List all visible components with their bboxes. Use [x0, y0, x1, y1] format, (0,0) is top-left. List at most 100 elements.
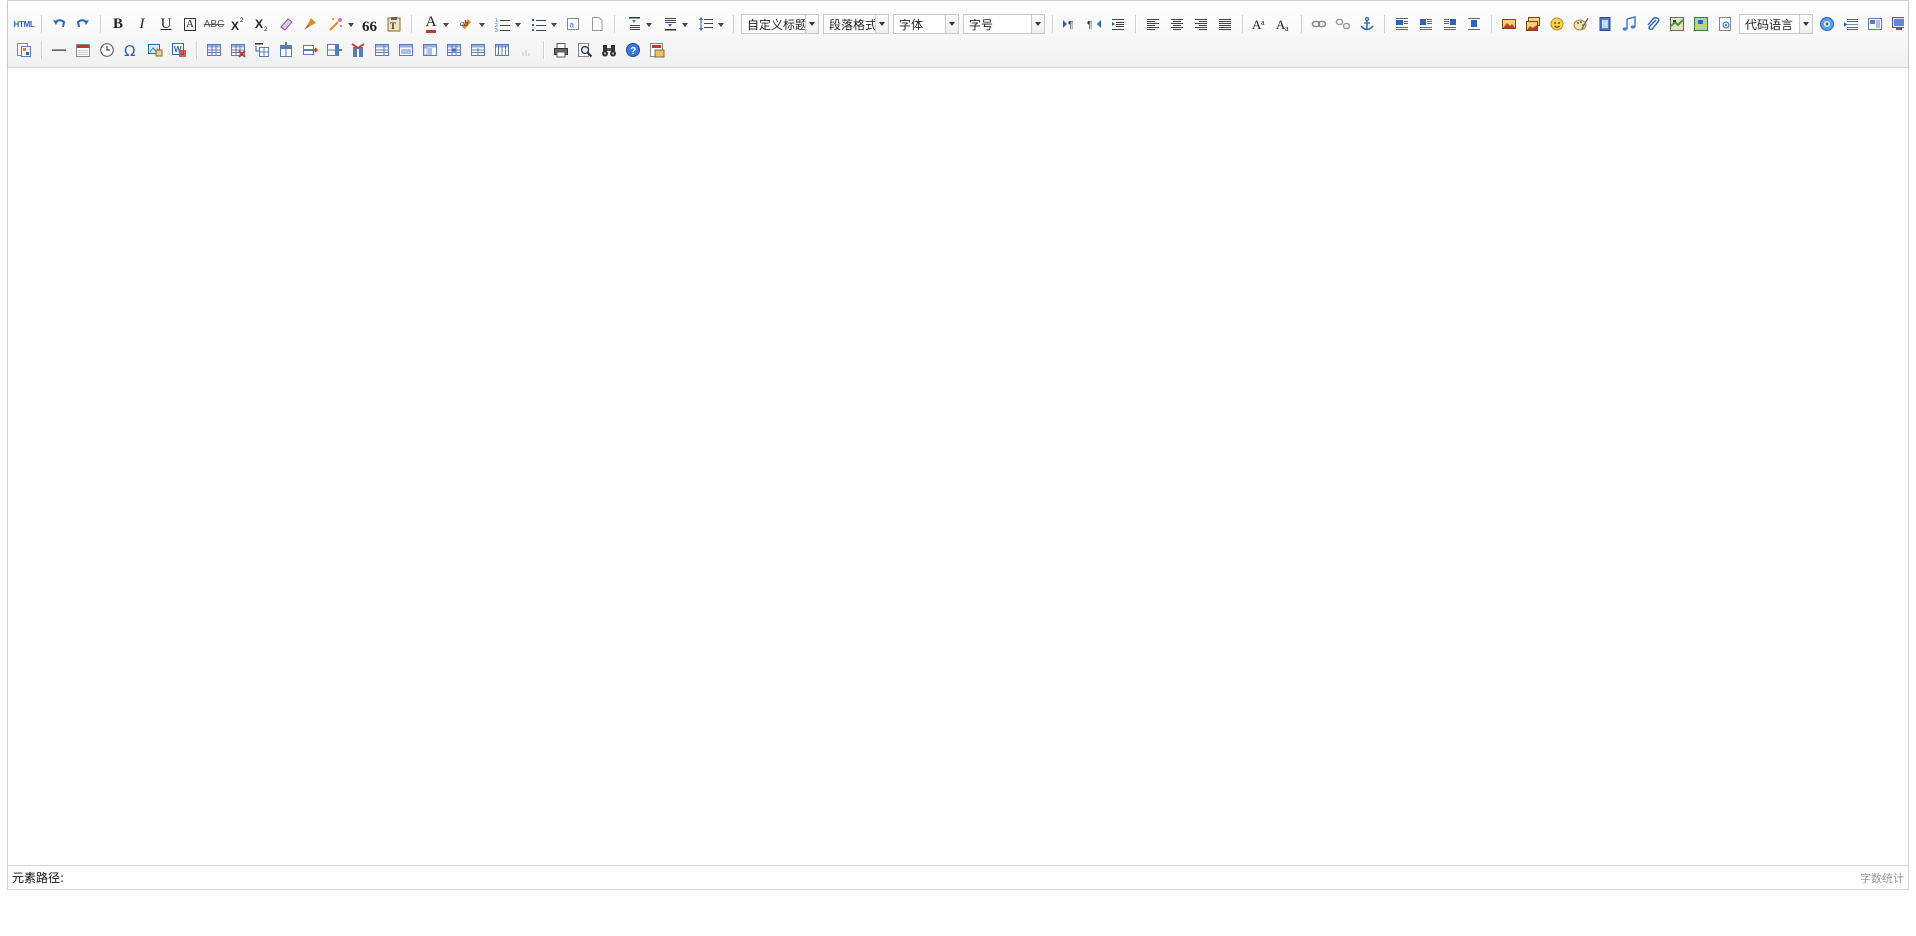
- italic-button[interactable]: I: [131, 13, 153, 35]
- split-to-cols-button[interactable]: [491, 39, 513, 61]
- chevron-down-icon[interactable]: [682, 23, 688, 27]
- image-left-button[interactable]: [1415, 13, 1437, 35]
- ordered-list-button[interactable]: 123: [490, 13, 524, 35]
- template-button[interactable]: [1864, 13, 1886, 35]
- chevron-down-icon[interactable]: [718, 23, 724, 27]
- chevron-down-icon[interactable]: [805, 15, 818, 33]
- time-button[interactable]: [96, 39, 118, 61]
- source-html-button[interactable]: HTML: [13, 13, 35, 35]
- underline-button[interactable]: U: [155, 13, 177, 35]
- anchor-button[interactable]: [1356, 13, 1378, 35]
- webapp-button[interactable]: [1816, 13, 1838, 35]
- justify-full-button[interactable]: [1214, 13, 1236, 35]
- insert-row-button[interactable]: [275, 39, 297, 61]
- superscript-button[interactable]: X2: [227, 13, 249, 35]
- code-language-select[interactable]: 代码语言: [1739, 14, 1813, 34]
- chevron-down-icon[interactable]: [515, 23, 521, 27]
- image-none-button[interactable]: [1391, 13, 1413, 35]
- word-count-label[interactable]: 字数统计: [1860, 870, 1904, 886]
- insert-video-button[interactable]: [1594, 13, 1616, 35]
- custom-style-select[interactable]: 自定义标题: [741, 14, 819, 34]
- row-spacing-top-button[interactable]: [621, 13, 655, 35]
- delete-row-button[interactable]: [299, 39, 321, 61]
- date-button[interactable]: [72, 39, 94, 61]
- justify-center-button[interactable]: [1166, 13, 1188, 35]
- fontborder-button[interactable]: A: [179, 13, 201, 35]
- unordered-list-button[interactable]: [526, 13, 560, 35]
- split-to-rows-button[interactable]: [467, 39, 489, 61]
- rtl-button[interactable]: ¶: [1083, 13, 1105, 35]
- ltr-button[interactable]: ¶: [1059, 13, 1081, 35]
- print-button[interactable]: [550, 39, 572, 61]
- chevron-down-icon[interactable]: [646, 23, 652, 27]
- simple-upload-button[interactable]: [1498, 13, 1520, 35]
- chevron-down-icon[interactable]: [551, 23, 557, 27]
- image-right-button[interactable]: [1439, 13, 1461, 35]
- gmap-button[interactable]: [1690, 13, 1712, 35]
- horizontal-rule-button[interactable]: [48, 39, 70, 61]
- forecolor-button[interactable]: A: [418, 13, 452, 35]
- blockquote-button[interactable]: 66: [359, 13, 381, 35]
- chevron-down-icon[interactable]: [479, 23, 485, 27]
- help-button[interactable]: ?: [622, 39, 644, 61]
- chevron-down-icon[interactable]: [443, 23, 449, 27]
- select-all-button[interactable]: a: [562, 13, 584, 35]
- pagebreak-button[interactable]: [1840, 13, 1862, 35]
- scrawl-button[interactable]: [1570, 13, 1592, 35]
- unlink-button[interactable]: [1332, 13, 1354, 35]
- paste-plain-button[interactable]: T: [383, 13, 405, 35]
- merge-right-button[interactable]: [395, 39, 417, 61]
- spechars-button[interactable]: [13, 39, 35, 61]
- music-button[interactable]: [1618, 13, 1640, 35]
- font-size-select[interactable]: 字号: [963, 14, 1045, 34]
- merge-cells-button[interactable]: [371, 39, 393, 61]
- row-spacing-bottom-button[interactable]: [657, 13, 691, 35]
- image-center-button[interactable]: [1463, 13, 1485, 35]
- redo-button[interactable]: [72, 13, 94, 35]
- indent-button[interactable]: [1107, 13, 1129, 35]
- paragraph-select[interactable]: 段落格式: [823, 14, 889, 34]
- subscript-button[interactable]: X2: [251, 13, 273, 35]
- snapscreen-button[interactable]: [144, 39, 166, 61]
- insert-image-button[interactable]: [1522, 13, 1544, 35]
- link-button[interactable]: [1308, 13, 1330, 35]
- backcolor-button[interactable]: ab: [454, 13, 488, 35]
- emotion-button[interactable]: [1546, 13, 1568, 35]
- insert-col-button[interactable]: [323, 39, 345, 61]
- tolowercase-button[interactable]: Aa: [1273, 13, 1295, 35]
- insert-table-button[interactable]: [203, 39, 225, 61]
- line-height-button[interactable]: [693, 13, 727, 35]
- attachment-button[interactable]: [1642, 13, 1664, 35]
- undo-button[interactable]: [48, 13, 70, 35]
- merge-down-button[interactable]: [419, 39, 441, 61]
- autotypeset-button[interactable]: [323, 13, 357, 35]
- word-image-button[interactable]: W: [168, 39, 190, 61]
- insert-paragraph-before-table-button[interactable]: [251, 39, 273, 61]
- delete-col-button[interactable]: [347, 39, 369, 61]
- background-button[interactable]: [1888, 13, 1904, 35]
- chevron-down-icon[interactable]: [1031, 15, 1044, 33]
- delete-table-button[interactable]: [227, 39, 249, 61]
- special-chars-button[interactable]: Ω: [120, 39, 142, 61]
- chevron-down-icon[interactable]: [945, 15, 958, 33]
- chart-button[interactable]: [515, 39, 537, 61]
- bold-button[interactable]: B: [107, 13, 129, 35]
- clear-doc-button[interactable]: [586, 13, 608, 35]
- map-button[interactable]: [1666, 13, 1688, 35]
- chevron-down-icon[interactable]: [875, 15, 888, 33]
- remove-format-button[interactable]: [275, 13, 297, 35]
- justify-left-button[interactable]: [1142, 13, 1164, 35]
- split-to-cells-button[interactable]: [443, 39, 465, 61]
- chevron-down-icon[interactable]: [348, 23, 354, 27]
- chevron-down-icon[interactable]: [1799, 15, 1812, 33]
- strikethrough-button[interactable]: ABC: [203, 13, 225, 35]
- format-match-button[interactable]: [299, 13, 321, 35]
- insert-frame-button[interactable]: [1714, 13, 1736, 35]
- search-replace-button[interactable]: [598, 39, 620, 61]
- editor-content-area[interactable]: [8, 68, 1908, 865]
- justify-right-button[interactable]: [1190, 13, 1212, 35]
- preview-button[interactable]: [574, 39, 596, 61]
- font-family-select[interactable]: 字体: [893, 14, 959, 34]
- drafts-button[interactable]: [646, 39, 668, 61]
- touppercase-button[interactable]: Aa: [1249, 13, 1271, 35]
